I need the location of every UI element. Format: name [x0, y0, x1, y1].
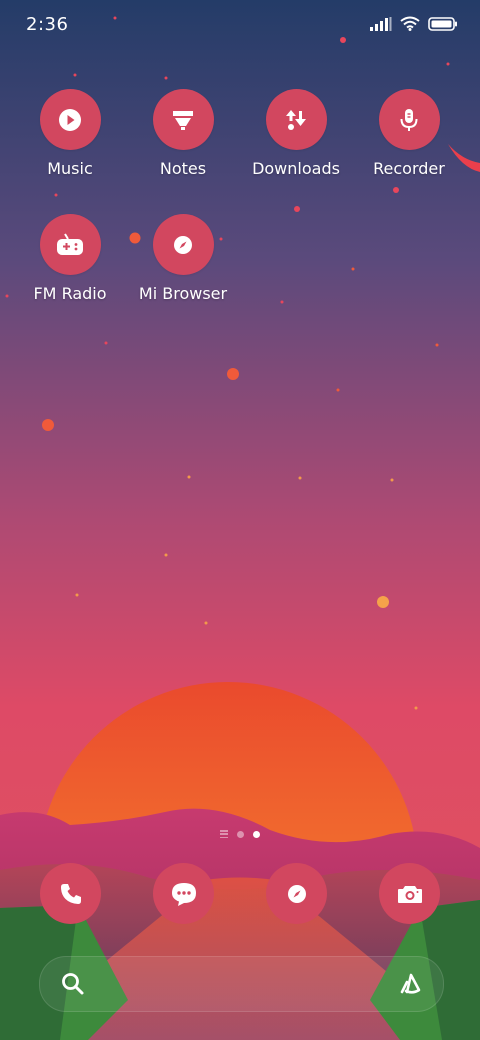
app-label: Recorder	[373, 159, 445, 178]
app-list-icon[interactable]	[220, 830, 228, 838]
wifi-icon	[400, 16, 420, 31]
app-label: Music	[47, 159, 93, 178]
compass-icon	[287, 884, 306, 903]
play-icon	[59, 108, 81, 131]
microphone-icon	[400, 108, 418, 131]
status-clock: 2:36	[26, 14, 69, 35]
music-app-icon[interactable]	[39, 89, 101, 150]
status-bar: 2:36	[0, 0, 480, 52]
app-label: Downloads	[252, 159, 340, 178]
assistant-icon[interactable]	[397, 970, 425, 998]
dock-camera[interactable]	[379, 863, 440, 924]
app-notes[interactable]: Notes	[123, 89, 243, 179]
app-label: Notes	[159, 159, 207, 178]
recorder-app-icon[interactable]	[378, 89, 440, 150]
mi-browser-app-icon[interactable]	[152, 214, 214, 275]
app-downloads[interactable]: Downloads	[236, 89, 356, 179]
radio-icon	[57, 232, 83, 255]
notes-app-icon[interactable]	[152, 89, 214, 150]
dock-phone[interactable]	[40, 863, 101, 924]
compass-icon	[174, 235, 192, 254]
app-mi-browser[interactable]: Mi Browser	[123, 214, 243, 304]
notes-icon	[173, 110, 193, 130]
messages-icon	[171, 882, 196, 906]
app-label: Mi Browser	[138, 284, 228, 303]
downloads-app-icon[interactable]	[265, 89, 327, 150]
fm-radio-app-icon[interactable]	[39, 214, 101, 275]
battery-icon	[428, 16, 457, 31]
app-music[interactable]: Music	[10, 89, 130, 179]
search-bar[interactable]	[39, 956, 444, 1012]
camera-icon	[397, 885, 422, 903]
app-fm-radio[interactable]: FM Radio	[10, 214, 130, 304]
dock-browser[interactable]	[266, 863, 327, 924]
dock-messages[interactable]	[153, 863, 214, 924]
page-dot[interactable]	[237, 830, 244, 838]
download-icon	[286, 109, 306, 130]
search-icon[interactable]	[60, 971, 86, 997]
page-dot-active[interactable]	[253, 830, 260, 838]
page-indicator	[0, 830, 480, 838]
app-recorder[interactable]: Recorder	[349, 89, 469, 179]
status-icons	[370, 16, 458, 31]
phone-icon	[60, 883, 81, 904]
app-label: FM Radio	[33, 284, 107, 303]
cellular-signal-icon	[370, 16, 392, 31]
